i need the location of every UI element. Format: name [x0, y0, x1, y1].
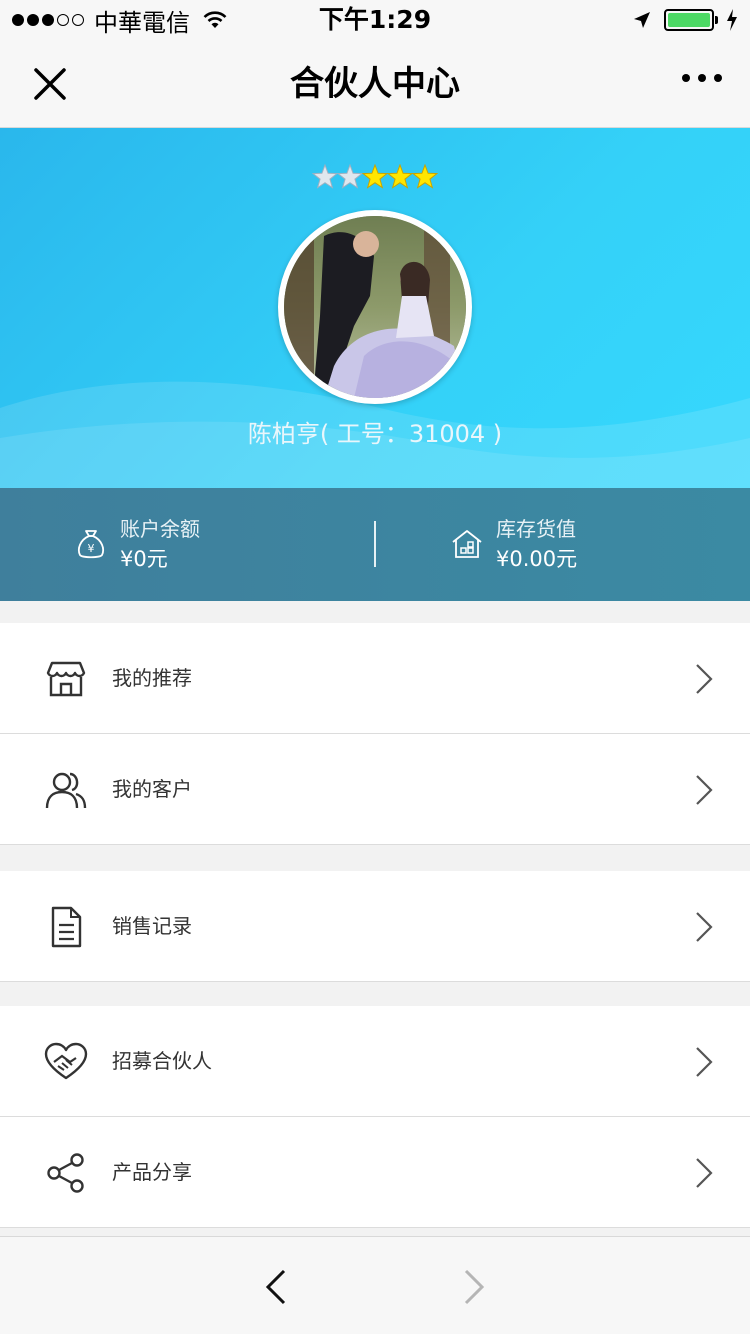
menu-item-recruit[interactable]: 招募合伙人 [0, 1006, 750, 1117]
forward-icon[interactable] [460, 1267, 488, 1307]
account-stats: ¥ 账户余额 ¥0元 库存货值 ¥0.00元 [0, 488, 750, 601]
menu-item-sales[interactable]: 销售记录 [0, 871, 750, 982]
inventory-stat[interactable]: 库存货值 ¥0.00元 [450, 512, 577, 576]
document-icon [51, 906, 82, 948]
star-empty-icon [312, 164, 338, 189]
more-icon[interactable] [682, 74, 722, 82]
page: 中華電信 下午1:29 合伙人中心 陈柏亨(工号：31004) ¥ 账户余额… [0, 0, 750, 1334]
inventory-value: ¥0.00元 [496, 547, 578, 571]
chevron-right-icon [696, 1047, 713, 1077]
battery-icon [664, 9, 718, 31]
avatar-photo [284, 216, 466, 398]
menu-group-2: 销售记录 [0, 871, 750, 982]
star-filled-icon [362, 164, 388, 189]
location-arrow-icon [634, 12, 650, 28]
chevron-right-icon [696, 912, 713, 942]
share-icon [47, 1153, 84, 1193]
money-bag-icon: ¥ [77, 530, 105, 559]
balance-value: ¥0元 [120, 547, 168, 571]
users-icon [45, 772, 87, 809]
chevron-right-icon [696, 775, 713, 805]
back-icon[interactable] [262, 1267, 290, 1307]
menu-label-recruit: 招募合伙人 [112, 1049, 212, 1073]
menu-label-share: 产品分享 [112, 1160, 192, 1184]
menu-label-customers: 我的客户 [112, 777, 192, 801]
user-name: 陈柏亨( 工号：31004 ) [247, 420, 503, 448]
star-filled-icon [387, 164, 413, 189]
inventory-label: 库存货值 [496, 517, 576, 541]
chevron-right-icon [696, 1158, 713, 1188]
status-right [632, 6, 738, 34]
menu-label-recommend: 我的推荐 [112, 666, 192, 690]
star-empty-icon [337, 164, 363, 189]
handshake-icon [44, 1042, 88, 1080]
avatar[interactable] [278, 210, 472, 404]
nav-bar: 合伙人中心 [0, 40, 750, 128]
store-icon [46, 661, 86, 697]
menu-item-share[interactable]: 产品分享 [0, 1117, 750, 1228]
menu-label-sales: 销售记录 [112, 914, 192, 938]
status-bar: 中華電信 下午1:29 [0, 0, 750, 40]
star-filled-icon [412, 164, 438, 189]
balance-label: 账户余额 [120, 517, 200, 541]
menu-group-1: 我的推荐 我的客户 [0, 623, 750, 845]
menu-item-recommend[interactable]: 我的推荐 [0, 623, 750, 734]
svg-text:¥: ¥ [88, 542, 95, 555]
warehouse-icon [452, 530, 482, 558]
stats-divider [374, 521, 376, 567]
rating-stars [0, 164, 750, 190]
charging-bolt-icon [727, 9, 737, 31]
menu-item-customers[interactable]: 我的客户 [0, 734, 750, 845]
menu-group-3: 招募合伙人 产品分享 [0, 1006, 750, 1228]
balance-stat[interactable]: ¥ 账户余额 ¥0元 [74, 512, 200, 576]
chevron-right-icon [696, 664, 713, 694]
browser-toolbar [0, 1236, 750, 1334]
profile-header: 陈柏亨( 工号：31004 ) [0, 128, 750, 488]
battery-level [668, 13, 710, 27]
page-title: 合伙人中心 [290, 64, 460, 104]
